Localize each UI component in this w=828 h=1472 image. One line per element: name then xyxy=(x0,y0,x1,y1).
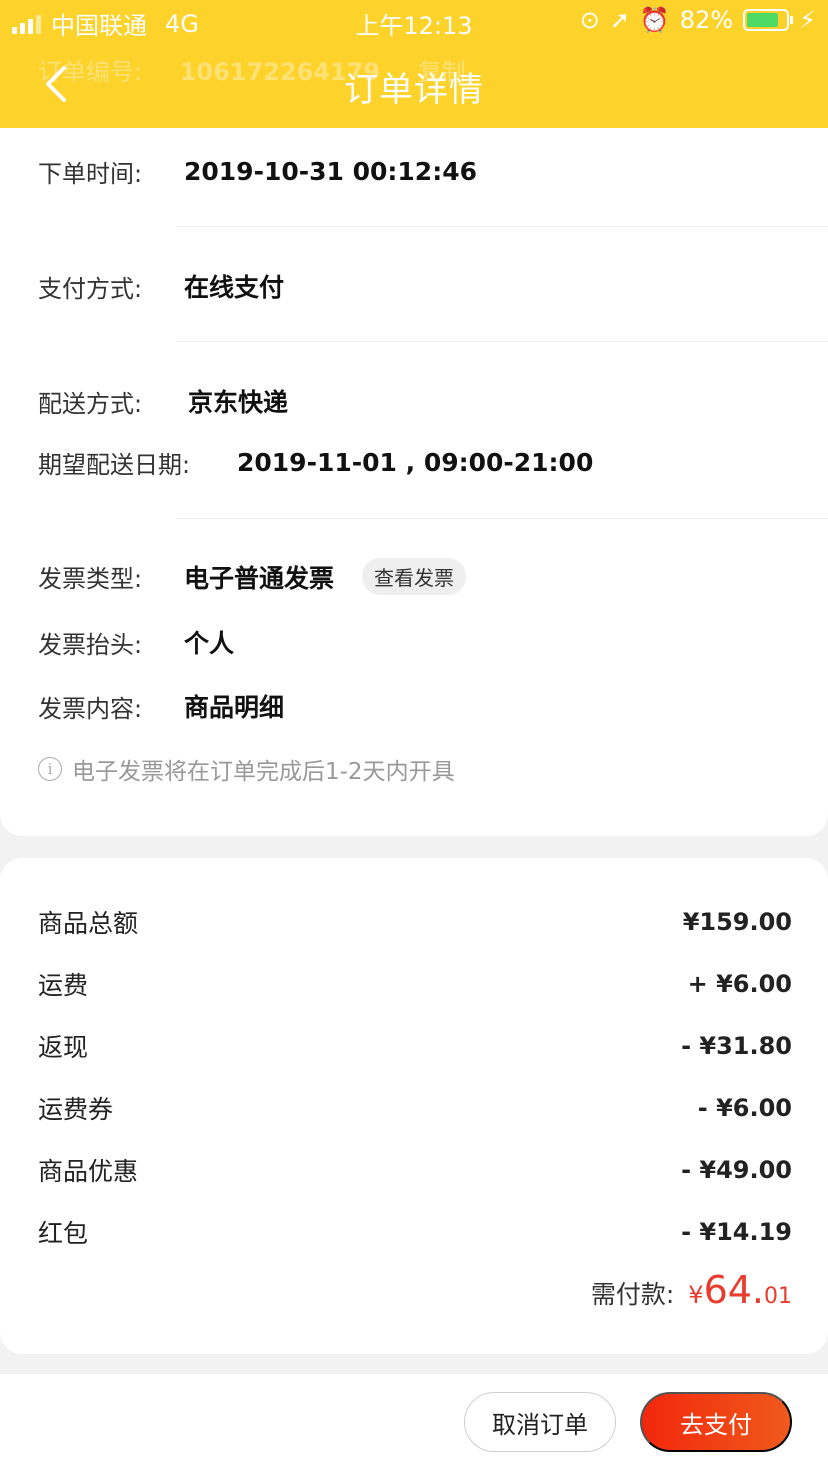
invoice-title-value: 个人 xyxy=(184,629,235,658)
amount-due-decimal: 01 xyxy=(764,1284,792,1309)
payment-method-row: 支付方式: 在线支付 xyxy=(38,268,284,304)
location-icon: ➚ xyxy=(609,6,630,34)
order-number-value: 106172264179 xyxy=(179,58,381,86)
price-row-label: 运费券 xyxy=(38,1095,114,1124)
cancel-order-button[interactable]: 取消订单 xyxy=(464,1392,616,1452)
invoice-title-label: 发票抬头: xyxy=(38,630,143,659)
price-row-value: + ¥6.00 xyxy=(687,970,792,998)
battery-icon xyxy=(743,9,794,31)
amount-due: 需付款: ¥ 64. 01 xyxy=(591,1268,792,1312)
invoice-type-label: 发票类型: xyxy=(38,565,143,593)
invoice-content-value: 商品明细 xyxy=(184,693,285,722)
order-time-row: 下单时间: 2019-10-31 00:12:46 xyxy=(38,154,477,189)
expected-date-label: 期望配送日期: xyxy=(38,451,191,479)
price-row: 商品总额 ¥159.00 xyxy=(38,904,792,940)
battery-percent: 82% xyxy=(679,6,734,34)
price-row-label: 返现 xyxy=(38,1033,89,1062)
view-invoice-button[interactable]: 查看发票 xyxy=(362,558,467,595)
invoice-title-row: 发票抬头: 个人 xyxy=(38,624,234,660)
amount-due-label: 需付款: xyxy=(590,1280,675,1309)
divider xyxy=(176,518,828,519)
pay-button[interactable]: 去支付 xyxy=(640,1392,792,1452)
price-row-value: - ¥31.80 xyxy=(681,1032,792,1060)
expected-date-value: 2019-11-01 , 09:00-21:00 xyxy=(237,448,594,477)
price-row: 运费 + ¥6.00 xyxy=(38,966,792,1002)
price-row-label: 商品优惠 xyxy=(38,1157,139,1186)
price-summary-card: 商品总额 ¥159.00 运费 + ¥6.00 返现 - ¥31.80 运费券 … xyxy=(0,858,828,1354)
invoice-note: i 电子发票将在订单完成后1-2天内开具 xyxy=(38,752,455,786)
status-bar: 中国联通 4G 上午12:13 ⊙ ➚ ⏰ 82% ⚡ xyxy=(0,0,828,40)
order-info-card: 下单时间: 2019-10-31 00:12:46 支付方式: 在线支付 配送方… xyxy=(0,128,828,836)
divider xyxy=(176,341,828,342)
divider xyxy=(176,226,828,227)
copy-button[interactable]: 复制 xyxy=(418,58,466,86)
price-row-label: 红包 xyxy=(38,1219,89,1248)
order-number-label: 订单编号: xyxy=(38,58,143,86)
delivery-method-label: 配送方式: xyxy=(38,389,143,418)
payment-method-value: 在线支付 xyxy=(184,273,285,302)
payment-method-label: 支付方式: xyxy=(38,274,143,303)
delivery-method-value: 京东快递 xyxy=(188,388,289,417)
price-row-value: ¥159.00 xyxy=(682,908,792,936)
price-row-value: - ¥6.00 xyxy=(697,1094,792,1122)
charging-icon: ⚡ xyxy=(799,6,816,34)
alarm-icon: ⏰ xyxy=(639,6,670,34)
delivery-method-row: 配送方式: 京东快递 xyxy=(38,383,288,419)
invoice-content-row: 发票内容: 商品明细 xyxy=(38,688,284,724)
price-row: 返现 - ¥31.80 xyxy=(38,1028,792,1064)
price-row: 商品优惠 - ¥49.00 xyxy=(38,1152,792,1188)
rotation-lock-icon: ⊙ xyxy=(579,6,600,34)
invoice-note-text: 电子发票将在订单完成后1-2天内开具 xyxy=(72,759,455,785)
order-time-label: 下单时间: xyxy=(38,160,143,188)
price-row-value: - ¥49.00 xyxy=(681,1156,792,1184)
order-number-row: 订单编号: 106172264179 复制 xyxy=(38,52,496,87)
bottom-action-bar: 取消订单 去支付 xyxy=(0,1374,828,1472)
invoice-type-value: 电子普通发票 xyxy=(184,563,335,593)
order-time-value: 2019-10-31 00:12:46 xyxy=(184,157,477,186)
price-row: 运费券 - ¥6.00 xyxy=(38,1090,792,1126)
price-row-label: 运费 xyxy=(38,971,89,1000)
expected-date-row: 期望配送日期: 2019-11-01 , 09:00-21:00 xyxy=(38,445,593,480)
info-icon: i xyxy=(38,757,62,781)
invoice-type-row: 发票类型: 电子普通发票 查看发票 xyxy=(38,558,467,595)
price-row-value: - ¥14.19 xyxy=(681,1218,792,1246)
amount-due-currency: ¥ xyxy=(688,1281,704,1309)
amount-due-integer: 64. xyxy=(703,1268,764,1312)
invoice-content-label: 发票内容: xyxy=(38,694,143,723)
price-row-label: 商品总额 xyxy=(38,909,139,938)
price-row: 红包 - ¥14.19 xyxy=(38,1214,792,1250)
